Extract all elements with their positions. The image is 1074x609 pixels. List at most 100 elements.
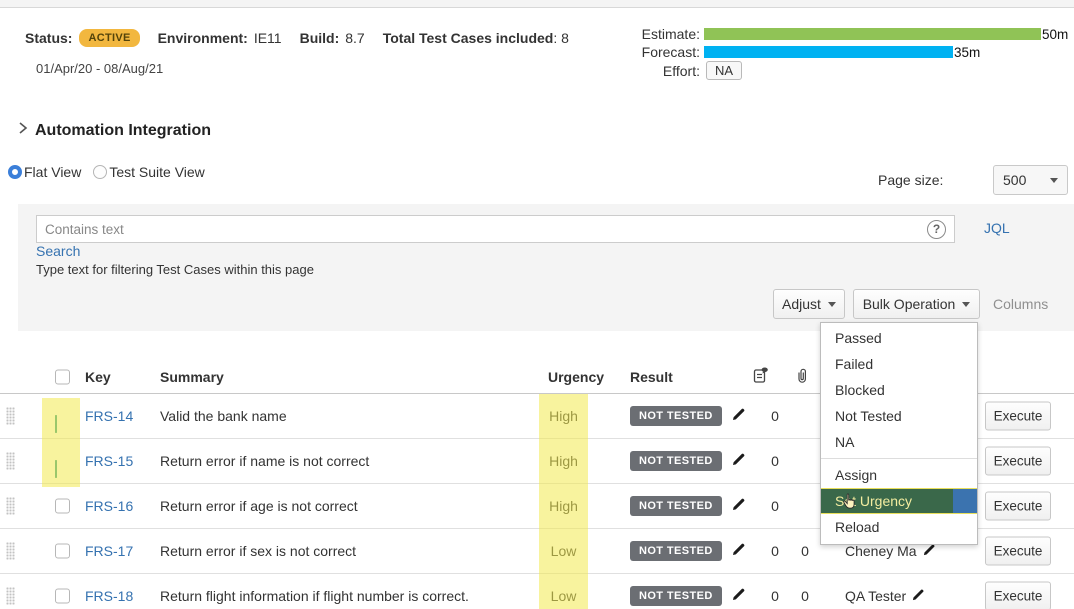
result-badge: NOT TESTED (630, 586, 722, 606)
result-cell: NOT TESTED (630, 541, 746, 561)
table-row: FRS-18 Return flight information if flig… (0, 573, 1074, 609)
forecast-row: Forecast: 35m (598, 44, 980, 60)
menu-item-not-tested[interactable]: Not Tested (821, 403, 977, 429)
forecast-value: 35m (954, 45, 980, 60)
edit-assignee-icon[interactable] (912, 588, 925, 604)
test-summary: Valid the bank name (160, 408, 287, 424)
adjust-button-label: Adjust (782, 296, 821, 312)
drag-handle[interactable] (6, 407, 15, 425)
estimate-row: Estimate: 50m (598, 26, 1068, 42)
drag-handle[interactable] (6, 587, 15, 605)
menu-item-reload[interactable]: Reload (821, 514, 977, 540)
execute-button[interactable]: Execute (985, 446, 1051, 475)
result-badge: NOT TESTED (630, 496, 722, 516)
columns-button[interactable]: Columns (993, 296, 1048, 312)
urgency-value: High (539, 408, 588, 424)
menu-item-failed[interactable]: Failed (821, 351, 977, 377)
result-badge: NOT TESTED (630, 406, 722, 426)
estimate-value: 50m (1042, 27, 1068, 42)
menu-item-assign[interactable]: Assign (821, 462, 977, 488)
build-value: 8.7 (345, 30, 364, 46)
execute-button[interactable]: Execute (985, 581, 1051, 609)
estimate-label: Estimate: (598, 26, 700, 42)
execute-button[interactable]: Execute (985, 536, 1051, 565)
edit-result-icon[interactable] (732, 542, 746, 559)
flat-view-label: Flat View (24, 164, 81, 180)
section-header[interactable]: Automation Integration (18, 121, 211, 140)
bulk-operation-button-label: Bulk Operation (863, 296, 956, 312)
search-input[interactable] (37, 222, 927, 237)
test-key-link[interactable]: FRS-16 (85, 498, 133, 514)
top-divider (0, 0, 1074, 8)
page-size-value: 500 (1003, 172, 1026, 188)
effort-row: Effort: NA (598, 61, 742, 80)
view-toggle: Flat View Test Suite View (8, 164, 207, 180)
test-summary: Return error if age is not correct (160, 498, 358, 514)
edit-result-icon[interactable] (732, 452, 746, 469)
test-summary: Return error if name is not correct (160, 453, 369, 469)
search-input-wrap: ? (36, 215, 955, 243)
effort-label: Effort: (598, 63, 700, 79)
bulk-operation-button[interactable]: Bulk Operation (853, 289, 980, 319)
result-cell: NOT TESTED (630, 451, 746, 471)
chevron-down-icon (828, 302, 836, 307)
row-checkbox[interactable] (55, 543, 70, 558)
execute-button[interactable]: Execute (985, 401, 1051, 430)
help-icon[interactable]: ? (927, 220, 946, 239)
total-test-cases-value: : 8 (553, 30, 569, 46)
column-header-key: Key (85, 369, 111, 385)
chevron-down-icon (962, 302, 970, 307)
comments-count: 0 (766, 408, 784, 424)
result-cell: NOT TESTED (630, 406, 746, 426)
estimate-bar (704, 28, 1041, 40)
test-key-link[interactable]: FRS-15 (85, 453, 133, 469)
comments-count: 0 (766, 543, 784, 559)
edit-result-icon[interactable] (732, 497, 746, 514)
column-header-summary: Summary (160, 369, 224, 385)
page-size-label: Page size: (878, 172, 943, 188)
urgency-value: Low (539, 543, 588, 559)
menu-item-set-urgency[interactable]: Set Urgency (821, 488, 977, 514)
page-size-select[interactable]: 500 (993, 165, 1068, 195)
menu-item-na[interactable]: NA (821, 429, 977, 455)
effort-value-badge: NA (706, 61, 742, 80)
flat-view-radio[interactable] (8, 165, 22, 179)
test-key-link[interactable]: FRS-14 (85, 408, 133, 424)
urgency-value: High (539, 453, 588, 469)
row-checkbox[interactable] (55, 460, 57, 478)
total-test-cases-label: Total Test Cases included (383, 30, 554, 46)
execute-button[interactable]: Execute (985, 491, 1051, 520)
test-key-link[interactable]: FRS-18 (85, 588, 133, 604)
attachments-count: 0 (796, 588, 814, 604)
attachments-count: 0 (796, 543, 814, 559)
status-label: Status: (25, 30, 72, 46)
environment-value: IE11 (254, 30, 282, 46)
test-key-link[interactable]: FRS-17 (85, 543, 133, 559)
column-header-result: Result (630, 369, 673, 385)
drag-handle[interactable] (6, 497, 15, 515)
menu-item-passed[interactable]: Passed (821, 325, 977, 351)
drag-handle[interactable] (6, 452, 15, 470)
row-checkbox[interactable] (55, 415, 57, 433)
row-checkbox[interactable] (55, 498, 70, 513)
forecast-label: Forecast: (598, 44, 700, 60)
menu-item-blocked[interactable]: Blocked (821, 377, 977, 403)
edit-result-icon[interactable] (732, 407, 746, 424)
jql-link[interactable]: JQL (984, 220, 1010, 236)
build-label: Build: (300, 30, 340, 46)
search-link[interactable]: Search (36, 243, 80, 259)
select-all-checkbox[interactable] (55, 369, 70, 384)
result-cell: NOT TESTED (630, 496, 746, 516)
column-header-urgency: Urgency (548, 369, 604, 385)
edit-result-icon[interactable] (732, 587, 746, 604)
row-checkbox[interactable] (55, 588, 70, 603)
chevron-down-icon (1050, 178, 1058, 183)
chevron-right-icon[interactable] (18, 121, 28, 140)
test-suite-view-radio[interactable] (93, 165, 107, 179)
adjust-button[interactable]: Adjust (773, 289, 845, 319)
assignee-name: QA Tester (845, 588, 906, 604)
result-cell: NOT TESTED (630, 586, 746, 606)
result-badge: NOT TESTED (630, 451, 722, 471)
test-cycle-page: Status: ACTIVE Environment: IE11 Build: … (0, 0, 1074, 609)
drag-handle[interactable] (6, 542, 15, 560)
